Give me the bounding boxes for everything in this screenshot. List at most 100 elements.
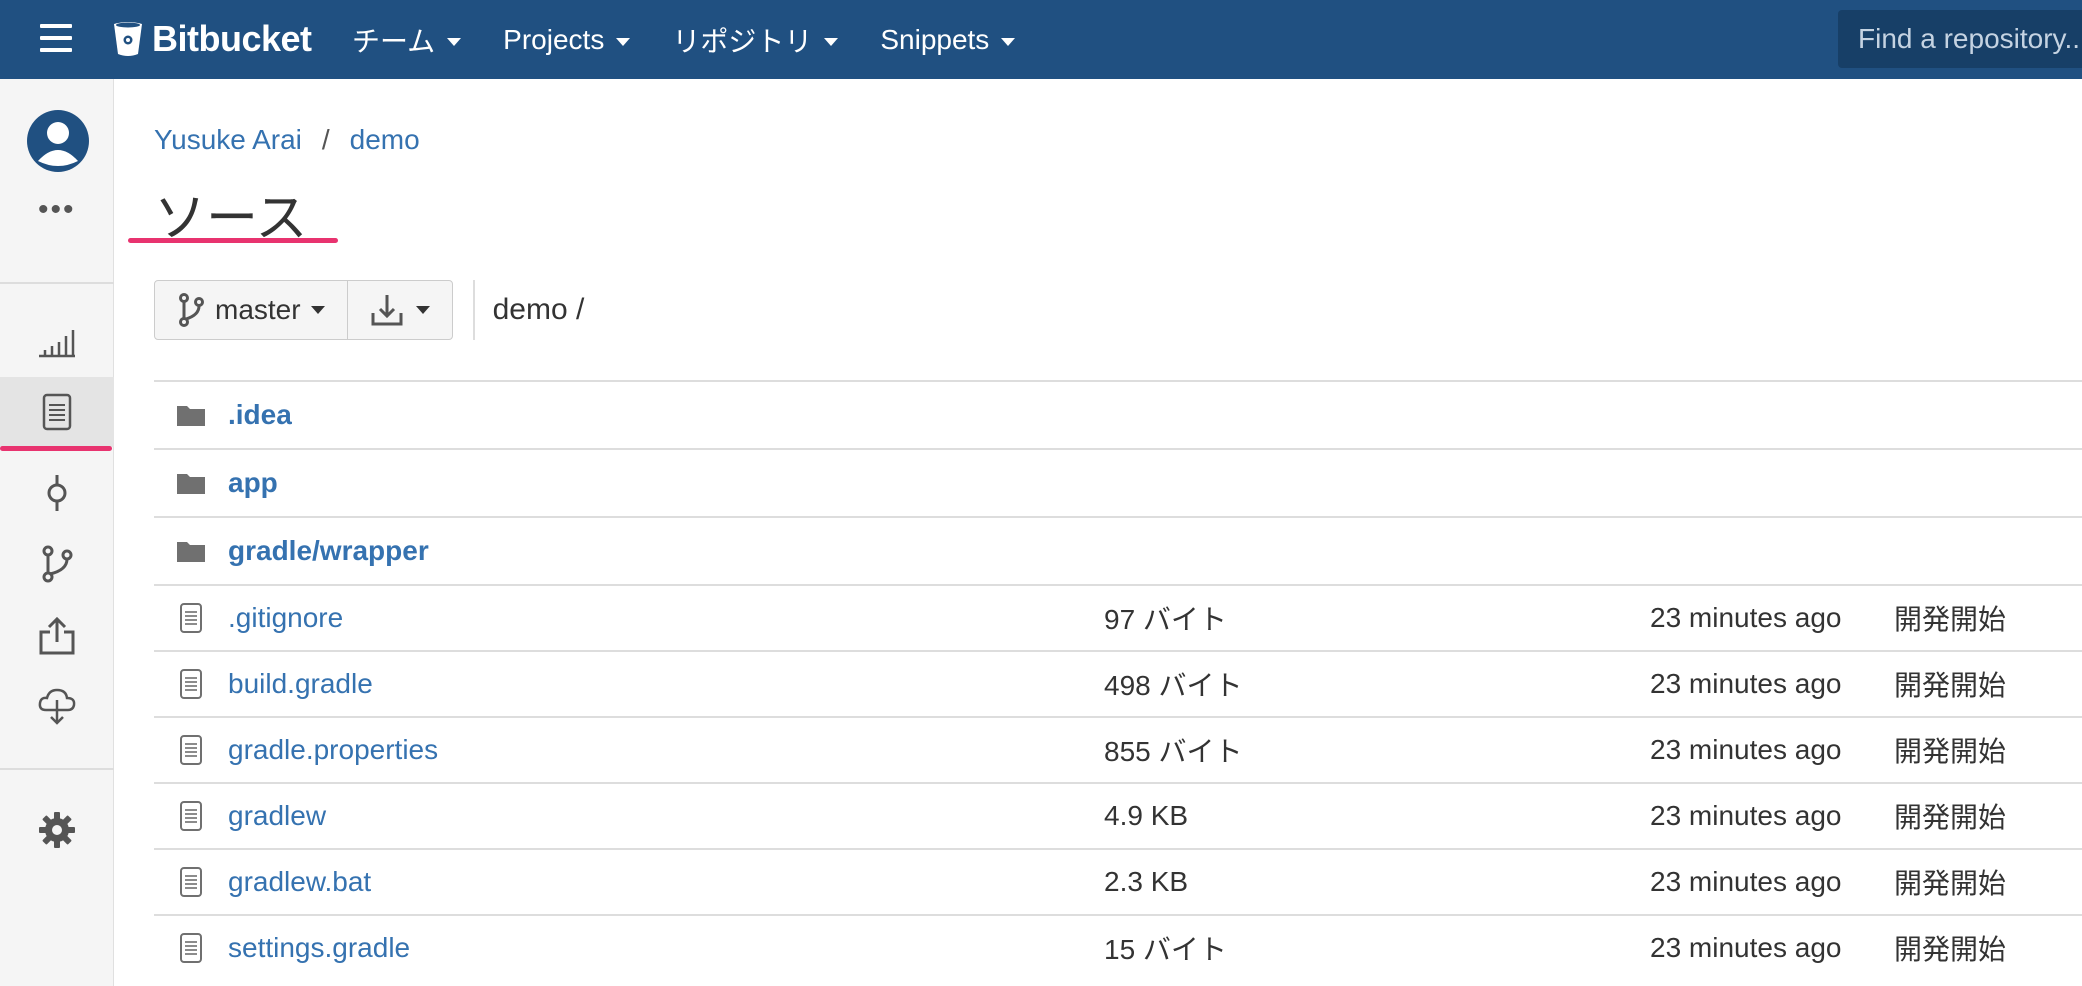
nav-item-projects[interactable]: Projects — [503, 23, 631, 56]
folder-icon — [177, 542, 205, 562]
directory-row[interactable]: gradle/wrapper — [154, 516, 2082, 584]
hamburger-menu-icon[interactable] — [40, 24, 76, 54]
commit-message[interactable]: 開発開始 — [1894, 796, 2006, 836]
breadcrumb-repo-link[interactable]: demo — [350, 124, 420, 156]
nav-item-repositories[interactable]: リポジトリ — [672, 20, 839, 60]
sidebar-item-pull-requests[interactable] — [0, 601, 114, 671]
file-size: 498 バイト — [1104, 670, 1243, 701]
chevron-down-icon — [415, 306, 430, 314]
chevron-down-icon — [310, 306, 325, 314]
file-link[interactable]: settings.gradle — [228, 932, 410, 964]
branch-selector-button[interactable]: master — [155, 281, 347, 339]
file-row[interactable]: gradlew.bat 2.3 KB 23 minutes ago 開発開始 — [154, 848, 2082, 914]
file-row[interactable]: settings.gradle 15 バイト 23 minutes ago 開発開始 — [154, 914, 2082, 980]
commit-message[interactable]: 開発開始 — [1894, 664, 2006, 704]
file-size: 4.9 KB — [1104, 800, 1189, 831]
nav-item-label: Snippets — [880, 23, 990, 55]
sidebar-item-overview[interactable] — [0, 305, 114, 375]
last-modified: 23 minutes ago — [1650, 800, 1842, 831]
bitbucket-bucket-icon — [114, 22, 142, 56]
repository-search-input[interactable] — [1838, 10, 2082, 68]
file-size: 2.3 KB — [1104, 866, 1189, 897]
active-item-indicator — [0, 446, 112, 451]
downloads-icon — [38, 688, 76, 725]
breadcrumb: Yusuke Arai / demo — [154, 124, 420, 156]
last-modified: 23 minutes ago — [1650, 866, 1842, 897]
more-icon[interactable]: ••• — [38, 195, 78, 225]
sidebar-item-commits[interactable] — [0, 458, 114, 528]
nav-item-label: リポジトリ — [672, 25, 813, 57]
last-modified: 23 minutes ago — [1650, 734, 1842, 765]
directory-link[interactable]: app — [228, 467, 278, 499]
sidebar-item-branches[interactable] — [0, 529, 114, 599]
toolbar-divider — [472, 280, 475, 340]
folder-icon — [177, 474, 205, 494]
sidebar-divider — [0, 282, 114, 284]
current-path: demo / — [492, 293, 585, 326]
avatar-icon[interactable] — [26, 109, 90, 173]
file-link[interactable]: gradlew.bat — [228, 866, 371, 898]
file-link[interactable]: build.gradle — [228, 668, 373, 700]
source-icon — [42, 393, 72, 431]
settings-icon — [39, 812, 75, 848]
commits-icon — [47, 475, 67, 511]
directory-link[interactable]: .idea — [228, 399, 292, 431]
file-row[interactable]: build.gradle 498 バイト 23 minutes ago 開発開始 — [154, 650, 2082, 716]
last-modified: 23 minutes ago — [1650, 668, 1842, 699]
download-icon — [371, 295, 403, 326]
source-toolbar: master demo / — [154, 280, 584, 340]
pull-requests-icon — [39, 616, 75, 655]
directory-row[interactable]: .idea — [154, 380, 2082, 448]
directory-link[interactable]: gradle/wrapper — [228, 535, 429, 567]
breadcrumb-owner-link[interactable]: Yusuke Arai — [154, 124, 302, 156]
file-link[interactable]: gradle.properties — [228, 734, 438, 766]
file-row[interactable]: gradlew 4.9 KB 23 minutes ago 開発開始 — [154, 782, 2082, 848]
file-icon — [180, 867, 202, 897]
file-link[interactable]: .gitignore — [228, 602, 343, 634]
file-icon — [180, 603, 202, 633]
file-icon — [180, 669, 202, 699]
chevron-down-icon — [824, 37, 839, 46]
file-icon — [180, 735, 202, 765]
sidebar-divider — [0, 768, 114, 770]
directory-row[interactable]: app — [154, 448, 2082, 516]
file-list: .idea app gradle/wrapper .gitignore 97 バイト 23… — [154, 380, 2082, 980]
nav-item-teams[interactable]: チーム — [352, 20, 462, 60]
branch-icon — [179, 293, 204, 327]
top-navigation: Bitbucket チーム Projects リポジトリ Snippets — [0, 0, 2082, 79]
file-icon — [180, 801, 202, 831]
branches-icon — [42, 545, 73, 583]
title-highlight-underline — [128, 238, 338, 243]
nav-menu: チーム Projects リポジトリ Snippets — [352, 0, 1057, 79]
file-link[interactable]: gradlew — [228, 800, 326, 832]
chevron-down-icon — [447, 37, 462, 46]
download-button[interactable] — [346, 281, 452, 339]
file-icon — [180, 933, 202, 963]
sidebar-item-downloads[interactable] — [0, 671, 114, 741]
logo-text: Bitbucket — [152, 18, 312, 59]
nav-item-snippets[interactable]: Snippets — [880, 23, 1016, 56]
folder-icon — [177, 406, 205, 426]
file-size: 855 バイト — [1104, 736, 1243, 767]
chevron-down-icon — [616, 37, 631, 46]
sidebar-item-source[interactable] — [0, 377, 114, 447]
last-modified: 23 minutes ago — [1650, 602, 1842, 633]
branch-label: master — [215, 294, 301, 325]
commit-message[interactable]: 開発開始 — [1894, 730, 2006, 770]
file-row[interactable]: .gitignore 97 バイト 23 minutes ago 開発開始 — [154, 584, 2082, 650]
nav-item-label: Projects — [503, 23, 605, 55]
repository-sidebar: ••• — [0, 79, 114, 986]
bitbucket-logo[interactable]: Bitbucket — [112, 18, 312, 60]
overview-icon — [39, 330, 75, 358]
file-size: 15 バイト — [1104, 934, 1227, 965]
nav-item-label: チーム — [352, 25, 436, 57]
branch-download-button-group: master — [154, 280, 453, 340]
file-row[interactable]: gradle.properties 855 バイト 23 minutes ago 開発… — [154, 716, 2082, 782]
chevron-down-icon — [1001, 37, 1016, 46]
commit-message[interactable]: 開発開始 — [1894, 598, 2006, 638]
commit-message[interactable]: 開発開始 — [1894, 862, 2006, 902]
breadcrumb-separator: / — [321, 124, 330, 155]
commit-message[interactable]: 開発開始 — [1894, 928, 2006, 968]
last-modified: 23 minutes ago — [1650, 932, 1842, 963]
sidebar-item-settings[interactable] — [0, 795, 114, 865]
